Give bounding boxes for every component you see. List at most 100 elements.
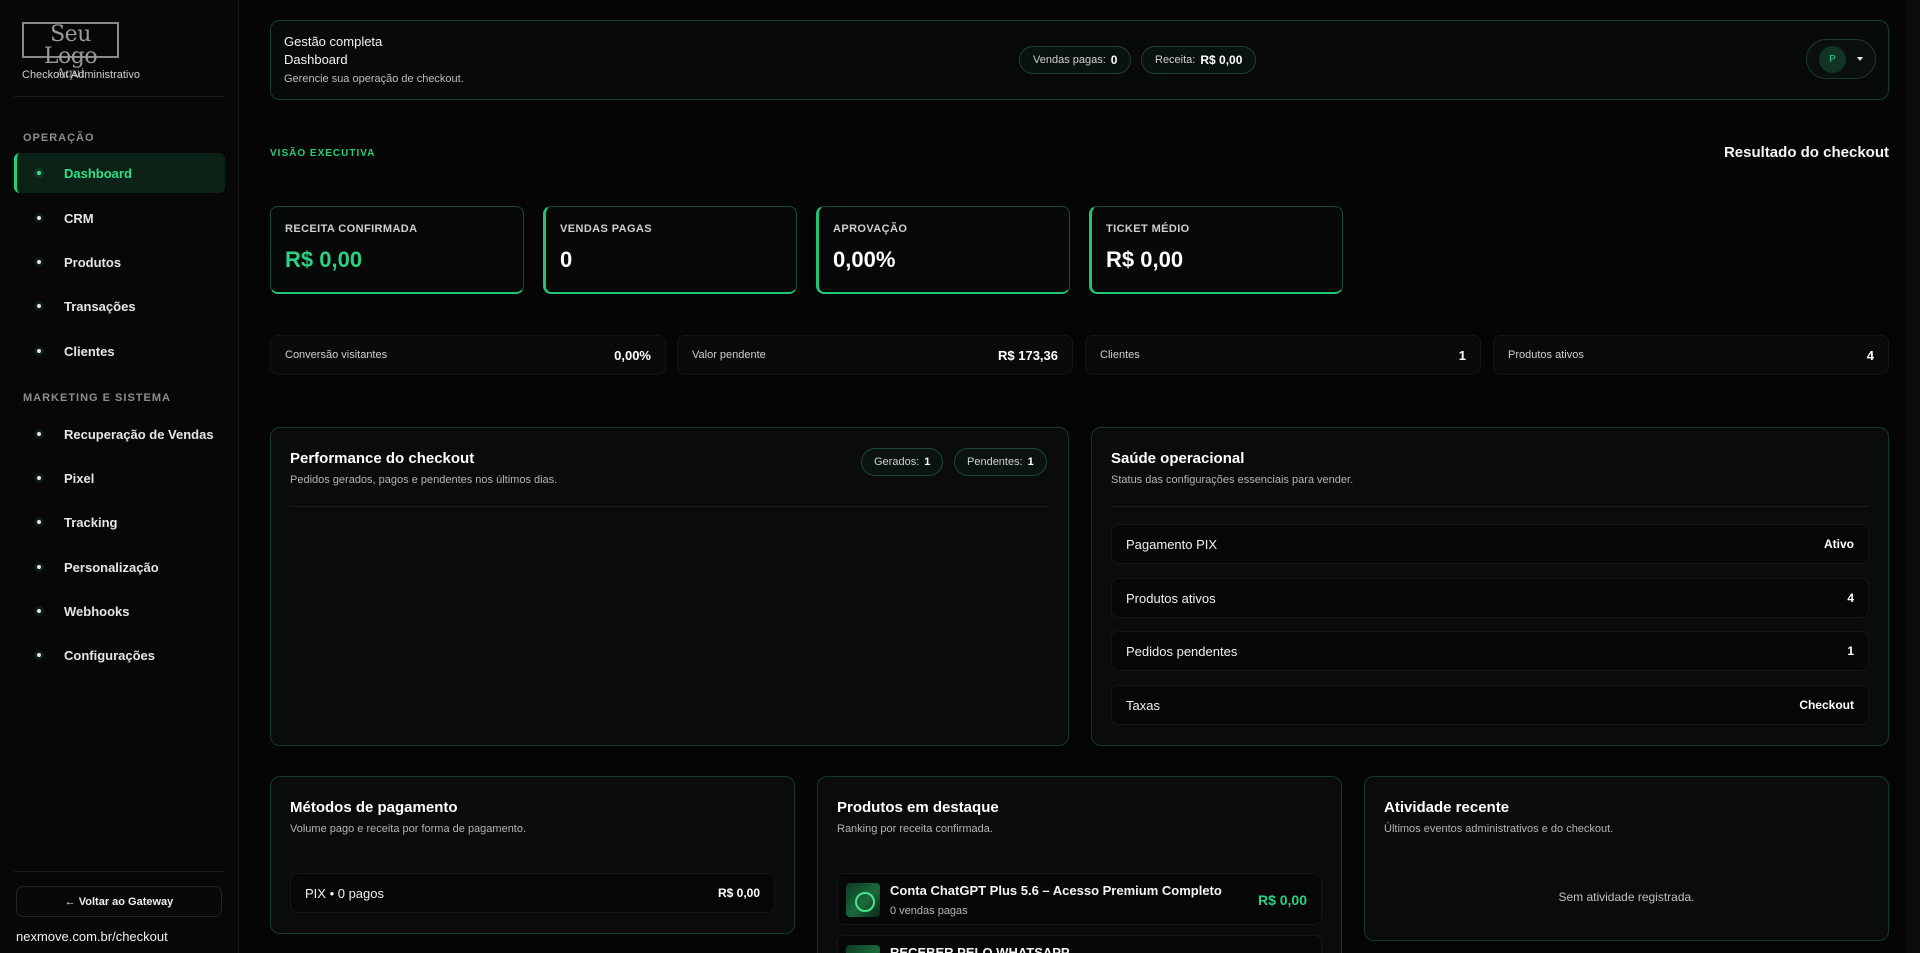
page-title: Dashboard — [284, 52, 348, 67]
sidebar-item-recuperacao[interactable]: Recuperação de Vendas — [14, 414, 225, 454]
sidebar: Seu Logo Aqui Checkout Administrativo OP… — [0, 0, 239, 953]
pending-label: Pendentes: — [967, 456, 1023, 468]
sidebar-item-label: Clientes — [64, 343, 115, 359]
kpi-value: R$ 0,00 — [285, 247, 363, 272]
sidebar-item-label: Configurações — [64, 647, 156, 663]
metric-valor-pendente: Valor pendente R$ 173,36 — [677, 335, 1073, 375]
divider — [290, 506, 1049, 507]
sidebar-item-label: CRM — [64, 210, 94, 226]
bullet-icon — [34, 517, 44, 527]
scrollbar[interactable] — [1906, 0, 1920, 953]
product-sales: 0 vendas pagas — [890, 905, 968, 917]
bullet-icon — [34, 473, 44, 483]
panel-subtitle: Volume pago e receita por forma de pagam… — [290, 823, 527, 835]
health-row-produtos: Produtos ativos 4 — [1111, 578, 1869, 618]
sidebar-item-configuracoes[interactable]: Configurações — [14, 635, 225, 675]
sidebar-item-label: Transações — [64, 298, 136, 314]
revenue-label: Receita: — [1155, 54, 1196, 66]
sidebar-item-dashboard[interactable]: Dashboard — [14, 153, 225, 193]
header-eyebrow: Gestão completa — [284, 34, 383, 49]
section-label-marketing: MARKETING E SISTEMA — [23, 392, 171, 404]
generated-pill: Gerados: 1 — [861, 448, 944, 476]
bullet-icon — [34, 650, 44, 660]
sidebar-item-personalizacao[interactable]: Personalização — [14, 547, 225, 587]
metric-label: Conversão visitantes — [285, 349, 388, 361]
activity-panel: Atividade recente Últimos eventos admini… — [1364, 776, 1889, 941]
product-thumbnail — [846, 883, 880, 917]
product-name: Conta ChatGPT Plus 5.6 – Acesso Premium … — [890, 883, 1222, 898]
metric-value: 1 — [1458, 347, 1466, 363]
product-thumbnail — [846, 945, 880, 953]
paid-sales-pill: Vendas pagas: 0 — [1019, 46, 1132, 74]
product-name: RECEBER PELO WHATSAPP — [890, 945, 1070, 953]
sidebar-item-label: Pixel — [64, 470, 95, 486]
payments-panel: Métodos de pagamento Volume pago e recei… — [270, 776, 795, 934]
user-menu-button[interactable]: P — [1806, 39, 1876, 79]
sidebar-item-label: Tracking — [64, 514, 118, 530]
chevron-down-icon — [1857, 57, 1863, 61]
sidebar-item-label: Produtos — [64, 254, 122, 270]
row-value: Checkout — [1799, 698, 1854, 712]
bullet-icon — [34, 429, 44, 439]
row-label: Pedidos pendentes — [1126, 643, 1238, 659]
row-label: PIX • 0 pagos — [305, 885, 384, 901]
empty-state: Sem atividade registrada. — [1558, 890, 1695, 904]
logo: Seu Logo Aqui — [22, 22, 119, 79]
sidebar-item-label: Recuperação de Vendas — [64, 426, 214, 442]
health-row-pix: Pagamento PIX Ativo — [1111, 524, 1869, 564]
back-to-gateway-button[interactable]: ← Voltar ao Gateway — [16, 886, 222, 917]
sidebar-item-clientes[interactable]: Clientes — [14, 331, 225, 371]
row-label: Produtos ativos — [1126, 590, 1216, 606]
kpi-card-vendas: VENDAS PAGAS 0 — [543, 206, 797, 294]
sidebar-item-transacoes[interactable]: Transações — [14, 286, 225, 326]
divider — [14, 96, 225, 97]
sidebar-item-pixel[interactable]: Pixel — [14, 458, 225, 498]
sidebar-item-tracking[interactable]: Tracking — [14, 502, 225, 542]
sidebar-item-crm[interactable]: CRM — [14, 198, 225, 238]
kpi-card-ticket: TICKET MÉDIO R$ 0,00 — [1089, 206, 1343, 294]
kpi-value: 0 — [560, 247, 573, 272]
panel-title: Atividade recente — [1384, 799, 1510, 816]
sidebar-item-produtos[interactable]: Produtos — [14, 242, 225, 282]
section-label-operacao: OPERAÇÃO — [23, 132, 95, 144]
bullet-icon — [34, 606, 44, 616]
sidebar-item-webhooks[interactable]: Webhooks — [14, 591, 225, 631]
product-item[interactable]: RECEBER PELO WHATSAPP — [837, 935, 1322, 953]
bullet-icon — [34, 257, 44, 267]
page-subtitle: Gerencie sua operação de checkout. — [284, 73, 464, 85]
metric-label: Valor pendente — [692, 349, 766, 361]
metric-label: Produtos ativos — [1508, 349, 1584, 361]
metric-label: Clientes — [1100, 349, 1140, 361]
kpi-label: RECEITA CONFIRMADA — [285, 223, 418, 235]
pending-pill: Pendentes: 1 — [954, 448, 1047, 476]
row-value: 4 — [1847, 591, 1854, 605]
kpi-value: 0,00% — [833, 247, 896, 272]
panel-title: Performance do checkout — [290, 450, 475, 467]
generated-label: Gerados: — [874, 456, 920, 468]
row-label: Taxas — [1126, 697, 1160, 713]
row-label: Pagamento PIX — [1126, 536, 1218, 552]
avatar: P — [1819, 45, 1846, 73]
kpi-card-receita: RECEITA CONFIRMADA R$ 0,00 — [270, 206, 524, 294]
payment-row-pix: PIX • 0 pagos R$ 0,00 — [290, 873, 775, 913]
panel-subtitle: Ranking por receita confirmada. — [837, 823, 993, 835]
sidebar-item-label: Personalização — [64, 559, 159, 575]
sidebar-item-label: Webhooks — [64, 603, 130, 619]
paid-sales-value: 0 — [1110, 53, 1118, 67]
row-value: R$ 0,00 — [717, 886, 760, 900]
panel-title: Métodos de pagamento — [290, 799, 458, 816]
products-panel: Produtos em destaque Ranking por receita… — [817, 776, 1342, 953]
revenue-value: R$ 0,00 — [1200, 53, 1243, 67]
paid-sales-label: Vendas pagas: — [1033, 54, 1106, 66]
metric-value: 0,00% — [614, 347, 651, 363]
bullet-icon — [34, 213, 44, 223]
panel-title: Produtos em destaque — [837, 799, 999, 816]
brand-subtitle: Checkout Administrativo — [22, 69, 140, 81]
logo-line1: Seu Logo — [43, 22, 98, 69]
domain-link[interactable]: nexmove.com.br/checkout — [16, 929, 168, 944]
health-row-pedidos: Pedidos pendentes 1 — [1111, 631, 1869, 671]
performance-panel: Performance do checkout Pedidos gerados,… — [270, 427, 1069, 746]
section-title: Resultado do checkout — [1723, 144, 1889, 161]
row-value: Ativo — [1824, 537, 1854, 551]
product-item[interactable]: Conta ChatGPT Plus 5.6 – Acesso Premium … — [837, 873, 1322, 925]
